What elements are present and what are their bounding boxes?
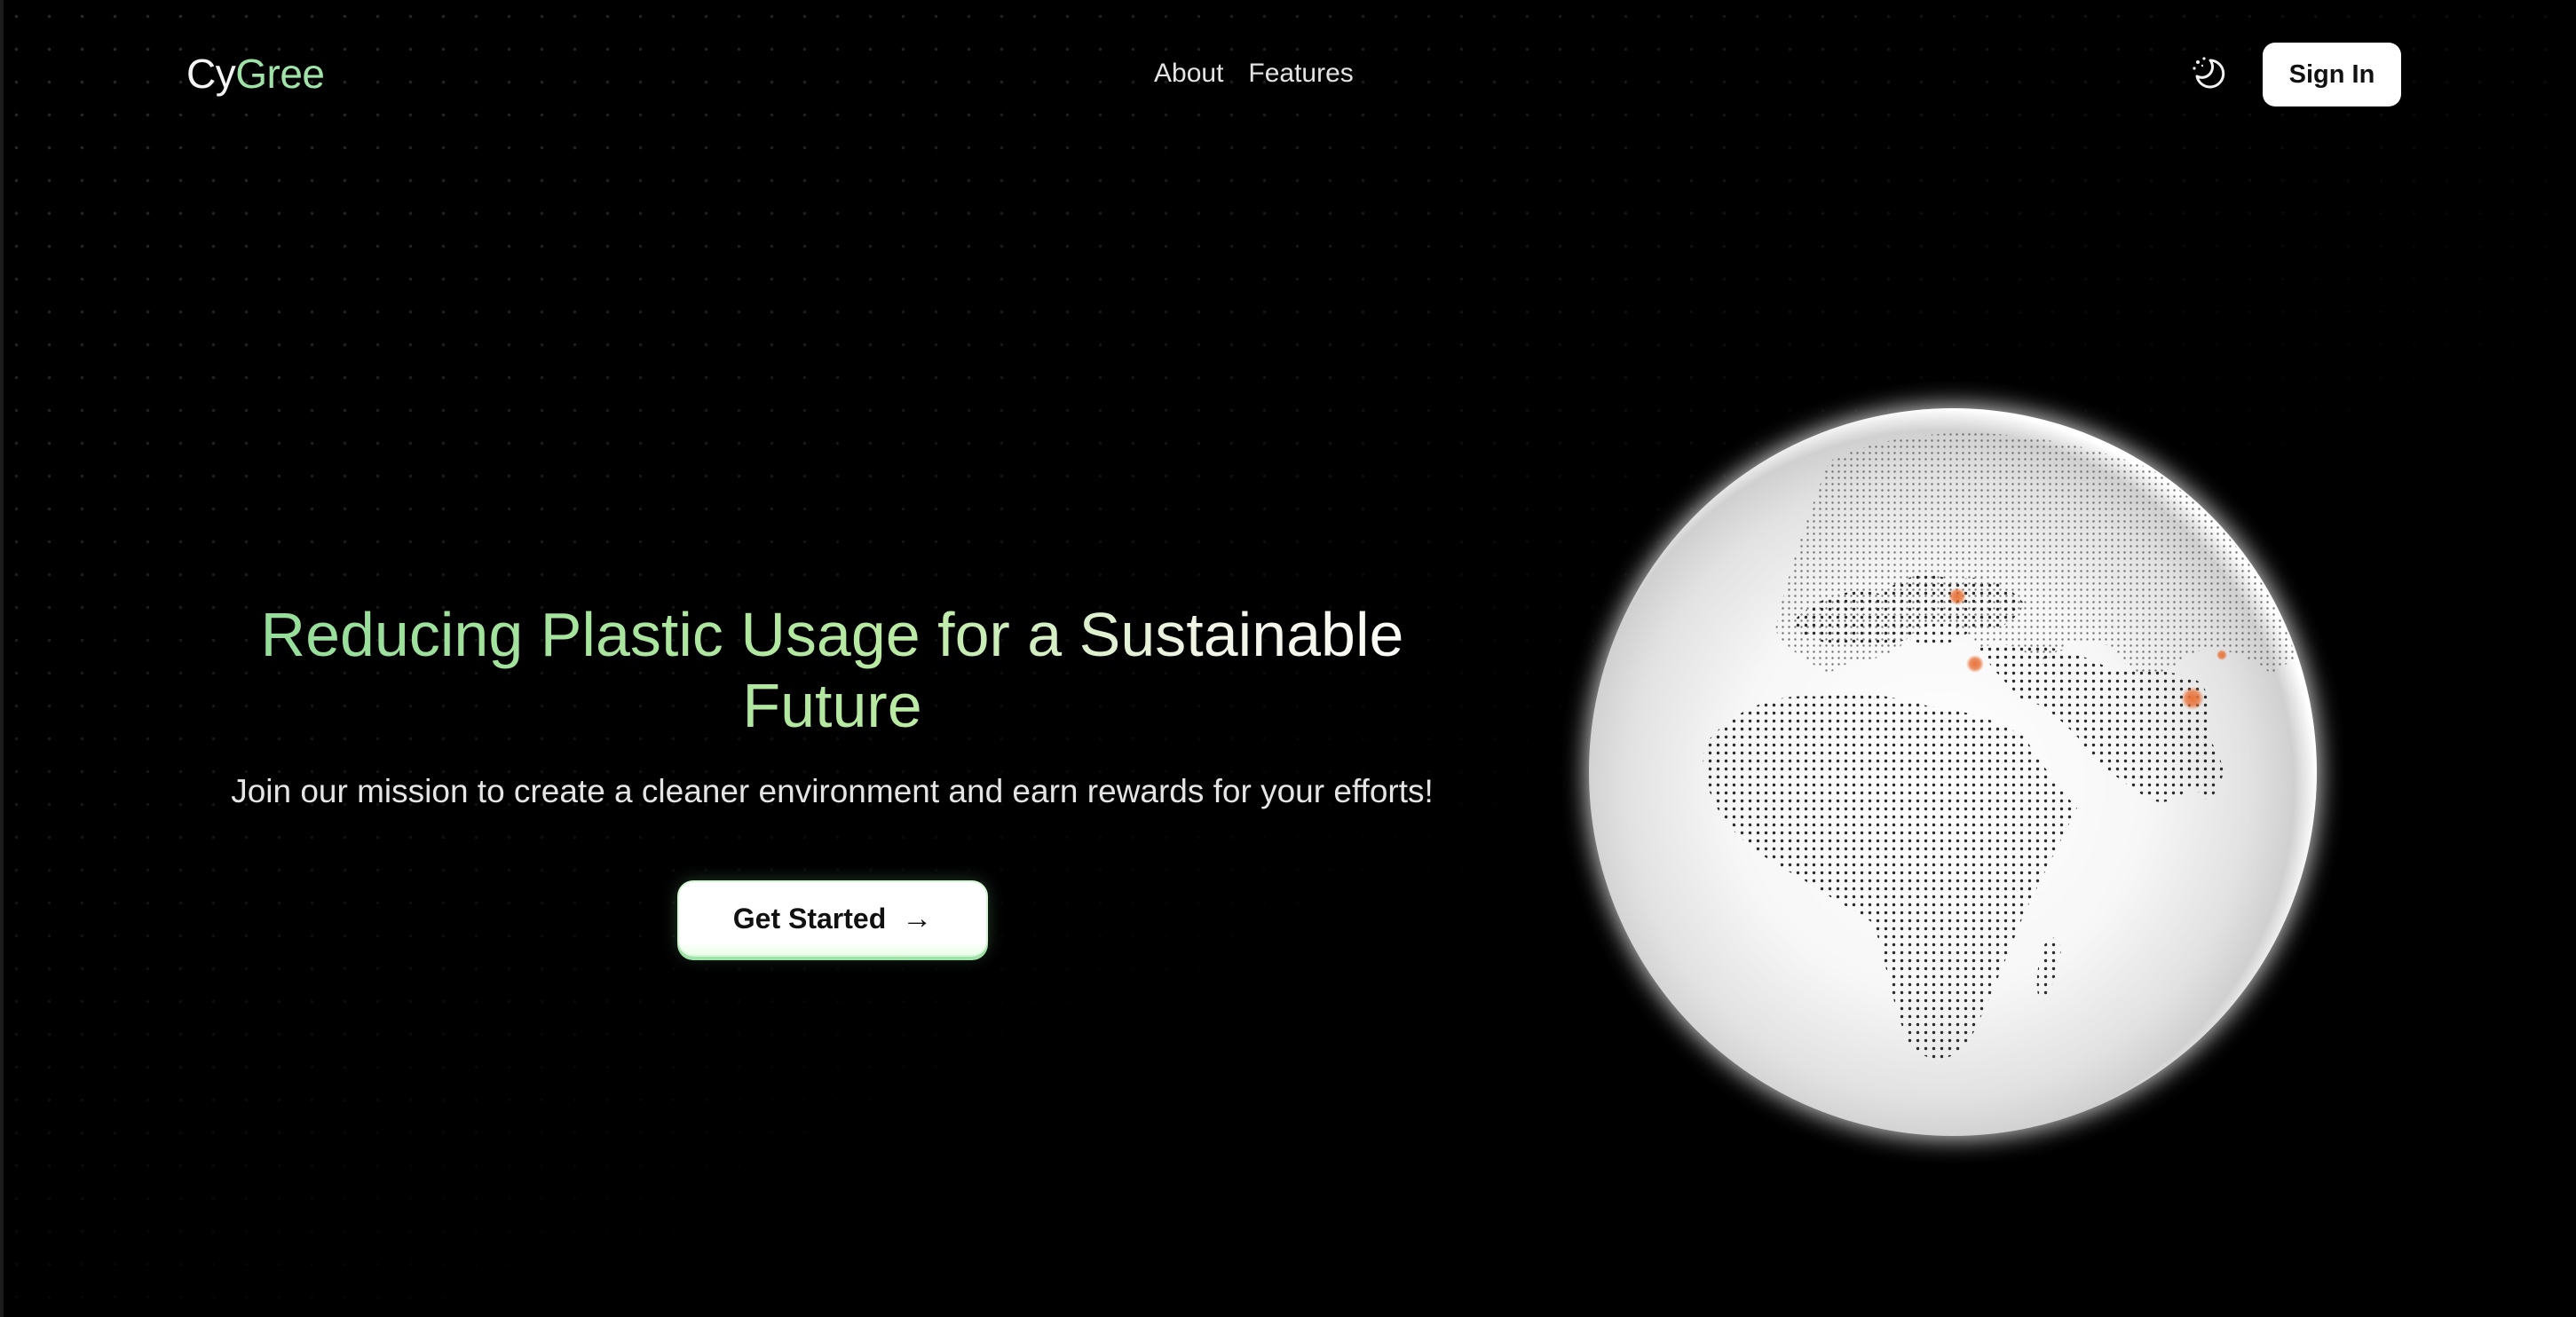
location-marker xyxy=(1966,655,1984,673)
hero-subtitle: Join our mission to create a cleaner env… xyxy=(231,773,1434,809)
logo-suffix: Gree xyxy=(235,51,325,97)
window-edge xyxy=(0,0,4,1317)
globe-icon xyxy=(1587,406,2319,1138)
hero-section: Reducing Plastic Usage for a Sustainable… xyxy=(178,599,1487,810)
location-marker xyxy=(1948,588,1966,605)
landing-page: CyGree About Features Sign In Reducing P… xyxy=(0,0,2576,1317)
arrow-right-icon: → xyxy=(902,901,933,935)
moon-stars-icon xyxy=(2193,57,2225,89)
logo-prefix: Cy xyxy=(186,51,236,97)
location-marker xyxy=(2181,687,2204,710)
get-started-button[interactable]: Get Started → xyxy=(677,880,988,957)
theme-toggle-button[interactable] xyxy=(2189,53,2228,92)
nav-features[interactable]: Features xyxy=(1248,59,1353,89)
get-started-label: Get Started xyxy=(732,902,887,935)
logo[interactable]: CyGree xyxy=(186,50,325,98)
main-nav: About Features xyxy=(1154,59,1354,89)
nav-about[interactable]: About xyxy=(1154,59,1223,89)
sign-in-button[interactable]: Sign In xyxy=(2263,43,2401,106)
hero-title: Reducing Plastic Usage for a Sustainable… xyxy=(178,599,1487,741)
location-marker xyxy=(2216,650,2227,660)
